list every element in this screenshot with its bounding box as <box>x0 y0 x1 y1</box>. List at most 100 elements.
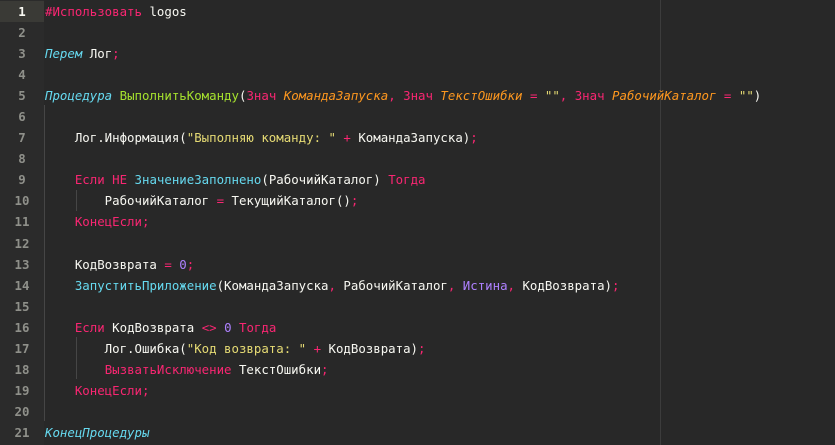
code-token: КомандаЗапуска) <box>358 130 471 146</box>
code-token: Знач <box>246 88 284 104</box>
code-line[interactable]: 5 Процедура ВыполнитьКоманду(Знач Команда… <box>0 85 835 106</box>
code-token: Знач <box>403 88 441 104</box>
line-text: КонецЕсли; <box>45 380 150 401</box>
line-number: 8 <box>18 151 26 167</box>
line-text: Если КодВозврата <> 0 Тогда <box>45 317 276 338</box>
code-line[interactable]: 19 КонецЕсли; <box>0 380 835 401</box>
code-token: 0 <box>179 256 187 272</box>
code-line[interactable]: 13 КодВозврата = 0; <box>0 254 835 275</box>
code-token: Перем <box>45 46 83 62</box>
code-line[interactable]: 16 Если КодВозврата <> 0 Тогда <box>0 317 835 338</box>
code-token: КомандаЗапуска <box>283 88 389 104</box>
code-token: , <box>507 277 523 293</box>
line-number: 2 <box>18 25 26 41</box>
code-token: ; <box>112 46 120 62</box>
code-token: Если НЕ <box>74 172 135 188</box>
line-number: 4 <box>18 67 26 83</box>
line-number: 18 <box>14 361 30 377</box>
code-token: Тогда <box>388 172 426 188</box>
code-token: ТекстОшибки <box>440 88 523 104</box>
code-token: ; <box>418 340 426 356</box>
code-line[interactable]: 18 ВызватьИсключение ТекстОшибки; <box>0 359 835 380</box>
code-token: <> <box>201 319 225 335</box>
line-text: #Использовать logos <box>45 1 187 22</box>
code-token: РабочийКаталог <box>343 277 448 293</box>
code-line[interactable]: 11 КонецЕсли; <box>0 211 835 232</box>
line-number: 3 <box>18 46 26 62</box>
code-token: "Код возврата: " <box>186 340 307 356</box>
code-token: = <box>522 88 545 104</box>
code-token: Тогда <box>239 319 277 335</box>
line-number: 11 <box>14 214 30 230</box>
line-number: 7 <box>18 130 26 146</box>
line-number: 14 <box>14 277 30 293</box>
code-line[interactable]: 1 #Использовать logos <box>0 1 835 23</box>
code-token: (РабочийКаталог) <box>261 172 389 188</box>
line-number: 15 <box>14 298 30 314</box>
code-line[interactable]: 4 <box>0 64 835 85</box>
code-token: = <box>209 193 232 209</box>
line-text: ВызватьИсключение ТекстОшибки; <box>45 359 329 380</box>
code-token: , <box>388 88 404 104</box>
line-text: ЗапуститьПриложение(КомандаЗапуска, Рабо… <box>45 275 620 296</box>
code-token: ТекстОшибки <box>238 361 322 377</box>
code-token: = <box>156 256 180 272</box>
line-text: КонецЕсли; <box>45 211 150 232</box>
code-token: Истина <box>462 277 508 293</box>
line-text: Процедура ВыполнитьКоманду(Знач КомандаЗ… <box>45 85 761 106</box>
code-token: 0 <box>224 319 239 335</box>
code-token: ВыполнитьКоманду <box>119 88 239 104</box>
code-line[interactable]: 14 ЗапуститьПриложение(КомандаЗапуска, Р… <box>0 275 835 296</box>
line-number: 20 <box>14 403 30 419</box>
code-token: ВызватьИсключение <box>104 361 239 377</box>
code-token: Лог <box>82 46 113 62</box>
code-token: "" <box>544 88 560 104</box>
code-token: КодВозврата) <box>522 277 612 293</box>
code-line[interactable]: 15 <box>0 296 835 317</box>
code-token: "" <box>738 88 754 104</box>
code-token: , <box>559 88 575 104</box>
code-line[interactable]: 7 Лог.Информация("Выполняю команду: " + … <box>0 127 835 148</box>
code-line[interactable]: 20 <box>0 401 835 422</box>
code-token: ; <box>186 256 195 272</box>
code-line[interactable]: 8 <box>0 148 835 169</box>
code-line[interactable]: 6 <box>0 106 835 127</box>
line-number: 10 <box>14 193 30 209</box>
code-line[interactable]: 3 Перем Лог; <box>0 43 835 64</box>
code-editor[interactable]: 1 #Использовать logos 2 3 Перем Лог; 4 5 Процед… <box>0 1 835 443</box>
code-line[interactable]: 2 <box>0 22 835 43</box>
code-token: = <box>716 88 739 104</box>
code-token: (КомандаЗапуска <box>216 277 329 293</box>
code-token: КодВозврата) <box>328 340 419 356</box>
code-line[interactable]: 10 РабочийКаталог = ТекущийКаталог(); <box>0 190 835 211</box>
code-token: #Использовать <box>45 4 150 19</box>
code-token: КодВозврата <box>45 256 157 272</box>
line-number: 21 <box>14 424 30 440</box>
code-token: Процедура <box>45 88 113 104</box>
code-token: ЗначениеЗаполнено <box>134 172 262 188</box>
code-token: КонецПроцедуры <box>45 424 150 440</box>
line-number: 6 <box>18 109 26 125</box>
code-line[interactable]: 12 <box>0 233 835 254</box>
code-line[interactable]: 17 Лог.Ошибка("Код возврата: " + КодВозв… <box>0 338 835 359</box>
line-number: 17 <box>14 340 30 356</box>
line-number: 13 <box>14 256 30 272</box>
code-line[interactable]: 21 КонецПроцедуры <box>0 422 835 443</box>
line-text: Лог.Ошибка("Код возврата: " + КодВозврат… <box>45 338 426 359</box>
line-text: Перем Лог; <box>45 43 120 64</box>
code-token: КодВозврата <box>112 319 202 335</box>
code-token: ТекущийКаталог() <box>231 193 351 209</box>
code-line[interactable]: 9 Если НЕ ЗначениеЗаполнено(РабочийКатал… <box>0 169 835 190</box>
line-text: КонецПроцедуры <box>45 422 149 443</box>
code-token: КонецЕсли; <box>74 214 150 230</box>
code-token: logos <box>149 4 187 19</box>
code-token: , <box>328 277 344 293</box>
code-token: КонецЕсли; <box>74 382 150 398</box>
code-token: ; <box>350 193 359 209</box>
